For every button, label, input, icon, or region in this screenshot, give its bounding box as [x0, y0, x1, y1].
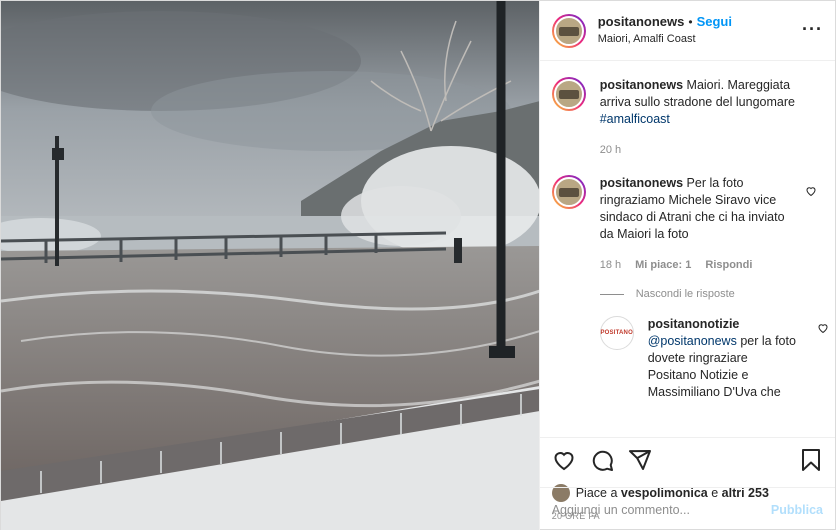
heart-icon[interactable] — [552, 448, 576, 472]
follow-button[interactable]: Segui — [697, 14, 732, 29]
post-sidebar: positanonews • Segui Maiori, Amalfi Coast … — [538, 1, 835, 530]
comment-item: positanonews Per la foto ringraziamo Mic… — [551, 175, 823, 274]
comment-avatar[interactable] — [551, 175, 586, 209]
reply-avatar[interactable]: POSITANO — [599, 316, 634, 350]
reply-button[interactable]: Rispondi — [705, 257, 752, 274]
author-username[interactable]: positanonews — [598, 14, 685, 29]
caption: positanonews Maiori. Mareggiata arriva s… — [551, 77, 823, 159]
comment-username[interactable]: positanonews — [600, 176, 683, 190]
instagram-post: positanonews • Segui Maiori, Amalfi Coast … — [0, 0, 836, 530]
reply-mention[interactable]: @positanonews — [648, 334, 737, 348]
author-avatar[interactable] — [551, 13, 586, 48]
hide-replies-button[interactable]: Nascondi le risposte — [599, 288, 823, 300]
caption-time[interactable]: 20 h — [600, 142, 621, 159]
comments-list[interactable]: positanonews Maiori. Mareggiata arriva s… — [540, 61, 835, 437]
caption-hashtag[interactable]: #amalficoast — [600, 112, 670, 126]
heart-icon[interactable] — [817, 322, 829, 334]
comment-icon[interactable] — [590, 448, 614, 472]
comment-likes[interactable]: Mi piace: 1 — [635, 257, 691, 274]
caption-avatar[interactable] — [551, 77, 586, 111]
bookmark-icon[interactable] — [799, 448, 823, 472]
action-bar — [539, 437, 835, 481]
hide-replies-label: Nascondi le risposte — [635, 288, 735, 300]
post-photo[interactable] — [1, 1, 539, 530]
storm-sea-photo — [1, 1, 539, 530]
location-link[interactable]: Maiori, Amalfi Coast — [598, 31, 732, 48]
heart-icon[interactable] — [805, 185, 817, 197]
caption-username[interactable]: positanonews — [600, 78, 683, 92]
comment-time[interactable]: 18 h — [600, 257, 621, 274]
more-icon[interactable]: ··· — [802, 20, 823, 38]
comment-input[interactable] — [551, 502, 752, 517]
reply-avatar-logo-text: POSITANO — [600, 330, 633, 336]
add-comment-bar: Pubblica — [539, 487, 835, 530]
reply-item: POSITANO positanonotizie @positanonews p… — [599, 316, 828, 401]
publish-button[interactable]: Pubblica — [771, 503, 823, 517]
reply-username[interactable]: positanonotizie — [648, 317, 740, 331]
share-icon[interactable] — [628, 448, 652, 472]
separator-dot: • — [688, 15, 693, 29]
post-header: positanonews • Segui Maiori, Amalfi Coast … — [539, 1, 835, 61]
